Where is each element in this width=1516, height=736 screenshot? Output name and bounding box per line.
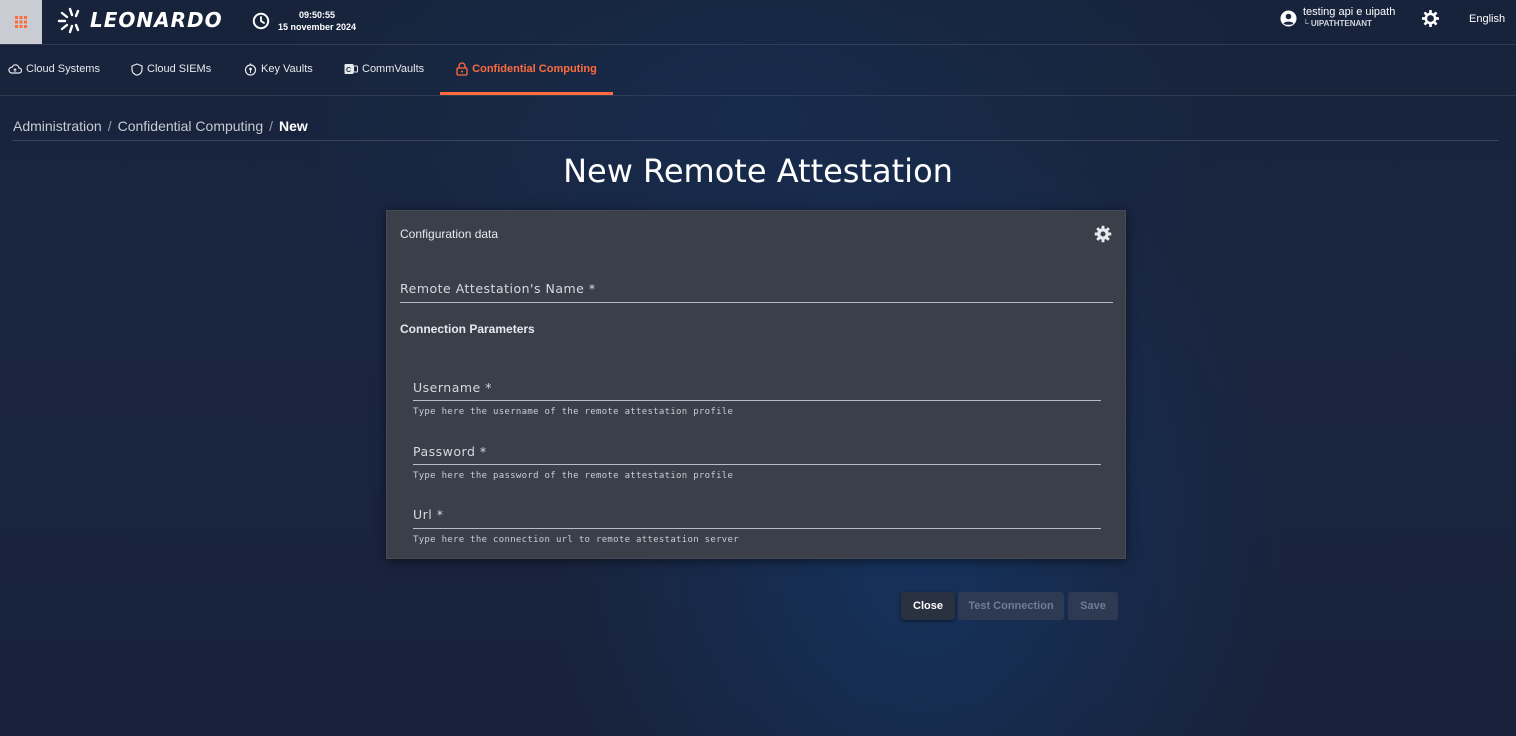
tab-label: Confidential Computing <box>472 62 597 75</box>
breadcrumb-separator: / <box>107 118 112 134</box>
test-connection-button[interactable]: Test Connection <box>958 592 1064 620</box>
card-header: Configuration data <box>400 227 499 241</box>
user-menu[interactable]: testing api e uipath └ UIPATHTENANT <box>1280 7 1395 33</box>
commvault-icon: C <box>344 64 358 74</box>
clock-icon <box>252 12 270 30</box>
field-underline <box>413 528 1101 529</box>
breadcrumb-current: New <box>279 118 308 134</box>
url-field[interactable]: Url * <box>413 507 1101 527</box>
field-underline <box>413 400 1101 401</box>
remote-attestation-name-field[interactable]: Remote Attestation's Name * <box>400 281 1113 303</box>
brand-name: LEONARDO <box>90 8 223 32</box>
grid-icon <box>15 16 27 28</box>
user-tenant: └ UIPATHTENANT <box>1303 19 1372 28</box>
configuration-card: Configuration data Remote Attestation's … <box>386 210 1126 559</box>
breadcrumb-divider <box>12 140 1499 141</box>
cloud-icon <box>8 64 22 74</box>
field-label: Username * <box>413 380 492 395</box>
tab-cloud-systems[interactable]: Cloud Systems <box>8 45 100 93</box>
page-title: New Remote Attestation <box>563 152 953 190</box>
gear-icon[interactable] <box>1094 225 1112 243</box>
tab-label: Cloud SIEMs <box>147 63 212 75</box>
field-underline <box>400 302 1113 303</box>
tab-commvaults[interactable]: C CommVaults <box>344 45 424 93</box>
clock-widget: 09:50:55 15 november 2024 <box>252 7 356 35</box>
leonardo-logo-icon <box>57 7 80 34</box>
lock-icon <box>456 61 468 76</box>
settings-icon[interactable] <box>1421 9 1440 28</box>
main-nav: Cloud Systems Cloud SIEMs Key Vaults C C… <box>0 45 1516 96</box>
username-field[interactable]: Username * <box>413 380 1101 400</box>
top-bar: LEONARDO 09:50:55 15 november 2024 testi… <box>0 0 1516 45</box>
apps-menu-button[interactable] <box>0 0 42 44</box>
tab-label: CommVaults <box>362 63 425 75</box>
shield-icon <box>131 62 143 76</box>
connection-parameters-title: Connection Parameters <box>400 322 535 336</box>
tab-key-vaults[interactable]: Key Vaults <box>244 45 313 93</box>
close-button[interactable]: Close <box>901 592 955 620</box>
username-hint: Type here the username of the remote att… <box>413 407 734 417</box>
clock-time: 09:50:55 <box>299 10 336 20</box>
field-underline <box>413 464 1101 465</box>
password-field[interactable]: Password * <box>413 444 1101 464</box>
password-hint: Type here the password of the remote att… <box>413 471 734 481</box>
url-hint: Type here the connection url to remote a… <box>413 535 739 545</box>
tab-label: Key Vaults <box>261 63 313 75</box>
field-label: Url * <box>413 507 444 522</box>
tab-cloud-siems[interactable]: Cloud SIEMs <box>131 45 211 93</box>
svg-text:C: C <box>346 67 351 74</box>
breadcrumb-administration[interactable]: Administration <box>13 118 102 134</box>
field-label: Remote Attestation's Name * <box>400 281 596 296</box>
save-button[interactable]: Save <box>1068 592 1118 620</box>
tab-label: Cloud Systems <box>26 63 100 75</box>
breadcrumb-confidential-computing[interactable]: Confidential Computing <box>118 118 264 134</box>
brand-logo[interactable]: LEONARDO <box>56 5 223 35</box>
breadcrumb-separator: / <box>269 118 274 134</box>
field-label: Password * <box>413 444 487 459</box>
user-circle-icon <box>1280 10 1297 27</box>
key-vault-icon <box>244 63 257 76</box>
clock-date: 15 november 2024 <box>278 22 357 32</box>
user-name: testing api e uipath <box>1303 6 1396 18</box>
tab-confidential-computing[interactable]: Confidential Computing <box>440 45 613 95</box>
breadcrumb: Administration / Confidential Computing / Ne… <box>13 118 308 134</box>
language-selector[interactable]: English <box>1469 13 1505 25</box>
